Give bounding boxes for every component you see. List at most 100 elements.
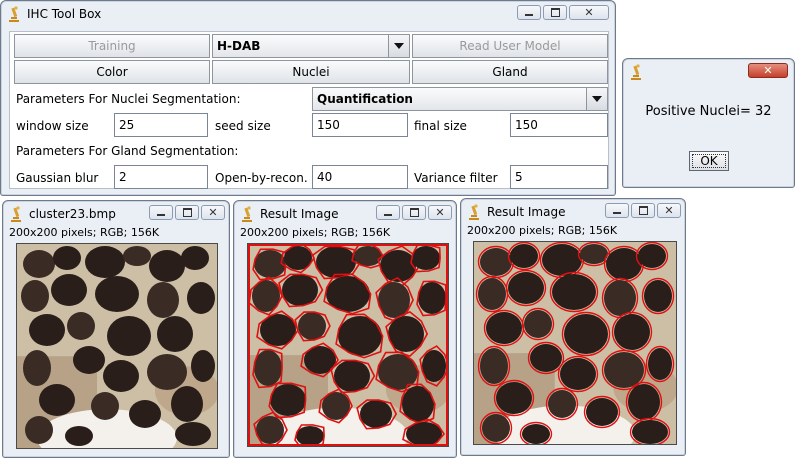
nucleus (524, 310, 552, 338)
nucleus (632, 420, 668, 444)
nucleus (85, 246, 125, 278)
nucleus (123, 246, 151, 266)
image-info: 200x200 pixels; RGB; 156K (240, 226, 391, 239)
nucleus (542, 244, 582, 276)
window-size-label: window size (16, 119, 89, 133)
nucleus (149, 250, 185, 282)
close-icon: ✕ (435, 206, 445, 219)
seed-size-label: seed size (215, 119, 271, 133)
ok-button[interactable]: OK (689, 151, 729, 171)
nucleus (496, 382, 532, 414)
open-by-recon-input[interactable]: 40 (312, 165, 408, 189)
window-title: Result Image (487, 205, 566, 219)
nucleus (298, 312, 326, 340)
minimize-button[interactable] (149, 205, 173, 220)
window-size-input[interactable]: 25 (114, 113, 208, 137)
tissue-image (16, 243, 218, 449)
nucleus (564, 314, 608, 354)
close-button[interactable]: ✕ (657, 203, 681, 218)
positive-nuclei-message: Positive Nuclei= 32 (645, 104, 772, 119)
title-bar[interactable]: Result Image ✕ (461, 199, 685, 225)
close-button[interactable]: ✕ (569, 5, 609, 20)
maximize-button[interactable] (402, 205, 426, 220)
title-bar[interactable]: IHC Tool Box ✕ (1, 1, 615, 27)
read-user-model-button[interactable]: Read User Model (412, 34, 608, 58)
nucleus (478, 278, 506, 310)
nucleus (254, 350, 282, 386)
dialog-title-bar[interactable]: ✕ (623, 59, 794, 85)
nucleus (522, 424, 550, 444)
nucleus (486, 312, 522, 344)
nucleus (67, 312, 95, 340)
nucleus (103, 360, 139, 392)
title-bar[interactable]: cluster23.bmp ✕ (3, 201, 229, 227)
nucleus (482, 414, 510, 442)
close-icon: ✕ (584, 6, 594, 19)
nucleus (21, 280, 49, 312)
final-size-input[interactable]: 150 (510, 113, 608, 137)
nucleus (648, 348, 672, 380)
ihc-toolbox-window: IHC Tool Box ✕ Training H-DAB Read User … (0, 0, 616, 196)
mode-select-value: Quantification (317, 92, 413, 106)
nucleus (129, 400, 161, 428)
tab-nuclei[interactable]: Nuclei (212, 60, 410, 84)
nucleus (334, 360, 370, 392)
nucleus (548, 390, 576, 418)
variance-filter-input[interactable]: 5 (510, 165, 608, 189)
maximize-button[interactable] (631, 203, 655, 218)
nucleus (51, 274, 87, 306)
minimize-icon (613, 212, 621, 214)
window-title: cluster23.bmp (29, 207, 116, 221)
training-button[interactable]: Training (14, 34, 210, 58)
stain-select[interactable]: H-DAB (212, 34, 410, 58)
minimize-button[interactable] (517, 5, 541, 20)
nucleus (23, 250, 55, 278)
nucleus (510, 244, 538, 268)
nucleus (65, 426, 93, 446)
maximize-icon (638, 206, 648, 215)
microscope-icon (7, 6, 21, 22)
chevron-down-icon[interactable] (586, 88, 607, 110)
seed-size-input[interactable]: 150 (312, 113, 408, 137)
minimize-icon (384, 214, 392, 216)
nucleus (187, 282, 215, 314)
title-bar[interactable]: Result Image ✕ (234, 201, 456, 227)
nucleus (480, 348, 508, 384)
window-title: IHC Tool Box (27, 7, 102, 21)
microscope-icon (240, 206, 254, 222)
maximize-button[interactable] (175, 205, 199, 220)
nucleus (580, 244, 608, 264)
nucleus (604, 280, 636, 316)
ellipse-fit-canvas (474, 242, 676, 444)
final-size-label: final size (414, 119, 467, 133)
nucleus (147, 354, 187, 390)
nucleus (552, 274, 596, 310)
result-dialog: ✕ Positive Nuclei= 32 OK (622, 58, 795, 188)
nucleus (95, 276, 139, 312)
nucleus (628, 384, 660, 420)
gland-params-heading: Parameters For Gland Segmentation: (16, 144, 239, 158)
nucleus (560, 358, 596, 390)
nucleus (360, 400, 392, 428)
nucleus (107, 316, 151, 356)
tab-color[interactable]: Color (14, 60, 210, 84)
mode-select[interactable]: Quantification (312, 87, 608, 111)
close-button[interactable]: ✕ (428, 205, 452, 220)
chevron-down-icon[interactable] (388, 35, 409, 57)
nucleus (316, 246, 356, 278)
image-window-result-2: Result Image ✕ 200x200 pixels; RGB; 156K (460, 198, 686, 456)
minimize-button[interactable] (605, 203, 629, 218)
nucleus (25, 416, 53, 444)
segmentation-canvas (248, 244, 448, 446)
nucleus (604, 352, 644, 388)
dialog-close-button[interactable]: ✕ (748, 63, 788, 78)
maximize-icon (409, 208, 419, 217)
minimize-button[interactable] (376, 205, 400, 220)
nucleus (638, 244, 666, 268)
gaussian-blur-input[interactable]: 2 (114, 165, 208, 189)
close-button[interactable]: ✕ (201, 205, 225, 220)
maximize-button[interactable] (543, 5, 567, 20)
nucleus (181, 246, 209, 270)
tab-gland[interactable]: Gland (412, 60, 608, 84)
microscope-icon (9, 206, 23, 222)
